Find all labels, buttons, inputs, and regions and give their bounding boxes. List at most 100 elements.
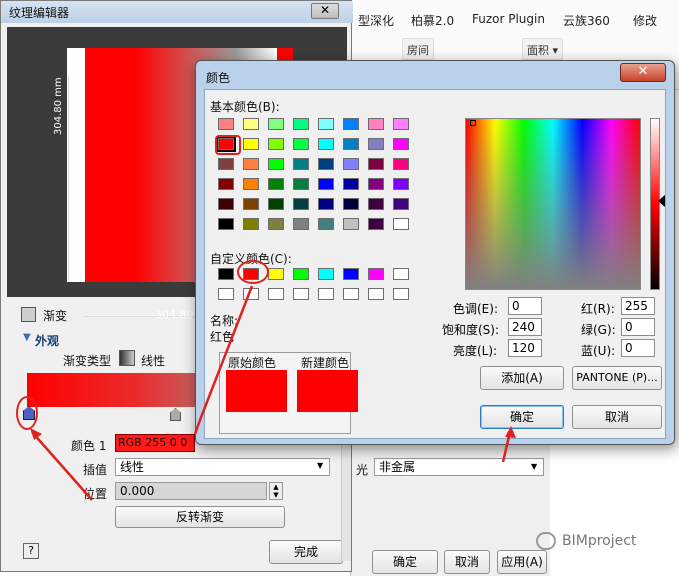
pantone-button[interactable]: PANTONE (P)...	[572, 366, 662, 390]
custom-color-swatch[interactable]	[268, 268, 284, 280]
basic-color-swatch[interactable]	[318, 118, 334, 130]
custom-color-swatch[interactable]	[393, 268, 409, 280]
color1-field[interactable]: RGB 255 0 0	[115, 434, 195, 452]
position-field[interactable]: 0.000	[115, 482, 267, 500]
background-apply-button[interactable]: 应用(A)	[497, 550, 547, 574]
gradient-stop-2[interactable]	[170, 408, 181, 421]
background-cancel-button[interactable]: 取消	[444, 550, 490, 574]
custom-color-swatch[interactable]	[318, 268, 334, 280]
basic-color-swatch[interactable]	[293, 218, 309, 230]
basic-color-swatch[interactable]	[218, 178, 234, 190]
position-spinner[interactable]: ▲ ▼	[269, 482, 283, 500]
custom-color-swatch[interactable]	[293, 288, 309, 300]
gradient-type-value[interactable]: 线性	[141, 352, 165, 369]
basic-color-swatch[interactable]	[268, 218, 284, 230]
basic-color-swatch[interactable]	[343, 158, 359, 170]
chevron-down-icon[interactable]: ▼	[317, 461, 323, 470]
basic-color-swatch[interactable]	[393, 118, 409, 130]
gradient-type-icon[interactable]	[119, 350, 135, 366]
custom-color-swatch[interactable]	[343, 288, 359, 300]
custom-color-swatch[interactable]	[393, 288, 409, 300]
custom-color-swatch[interactable]	[218, 288, 234, 300]
basic-color-swatch[interactable]	[218, 158, 234, 170]
basic-color-swatch[interactable]	[393, 178, 409, 190]
custom-color-swatch[interactable]	[293, 268, 309, 280]
basic-color-swatch[interactable]	[218, 218, 234, 230]
ribbon-tab[interactable]: 型深化	[358, 12, 394, 29]
ribbon-tab[interactable]: Fuzor Plugin	[472, 12, 545, 26]
custom-color-swatch[interactable]	[268, 288, 284, 300]
red-field[interactable]: 255	[621, 297, 655, 315]
background-ok-button[interactable]: 确定	[372, 550, 438, 574]
help-button[interactable]: ?	[23, 543, 39, 559]
ribbon-tab[interactable]: 云族360	[563, 12, 610, 29]
saturation-field[interactable]: 240	[508, 318, 542, 336]
basic-color-swatch[interactable]	[393, 218, 409, 230]
basic-color-swatch[interactable]	[343, 138, 359, 150]
basic-color-swatch[interactable]	[243, 178, 259, 190]
basic-color-swatch[interactable]	[243, 158, 259, 170]
room-button[interactable]: 房间	[402, 38, 434, 60]
gradient-checkbox[interactable]	[21, 307, 36, 322]
basic-color-swatch[interactable]	[368, 118, 384, 130]
add-custom-color-button[interactable]: 添加(A)	[480, 366, 564, 390]
basic-color-swatch[interactable]	[318, 178, 334, 190]
custom-color-swatch[interactable]	[368, 268, 384, 280]
basic-color-swatch[interactable]	[243, 198, 259, 210]
basic-color-swatch[interactable]	[293, 178, 309, 190]
basic-color-swatch[interactable]	[293, 118, 309, 130]
custom-color-swatch[interactable]	[368, 288, 384, 300]
close-icon[interactable]: ✕	[311, 3, 339, 19]
custom-color-swatch[interactable]	[318, 288, 334, 300]
basic-color-swatch[interactable]	[218, 198, 234, 210]
basic-color-swatch[interactable]	[343, 118, 359, 130]
crosshair-icon[interactable]	[470, 120, 476, 126]
basic-color-swatch[interactable]	[218, 118, 234, 130]
basic-color-swatch[interactable]	[368, 178, 384, 190]
basic-color-swatch[interactable]	[393, 198, 409, 210]
hue-field[interactable]: 0	[508, 297, 542, 315]
basic-color-swatch[interactable]	[368, 218, 384, 230]
basic-color-swatch[interactable]	[293, 198, 309, 210]
basic-color-swatch[interactable]	[268, 178, 284, 190]
basic-color-swatch[interactable]	[368, 158, 384, 170]
basic-color-swatch[interactable]	[393, 138, 409, 150]
ribbon-tab[interactable]: 柏慕2.0	[411, 12, 454, 29]
triangle-down-icon[interactable]: ▼	[23, 332, 31, 343]
basic-color-swatch[interactable]	[318, 158, 334, 170]
chevron-down-icon[interactable]: ▼	[531, 462, 537, 471]
basic-color-swatch[interactable]	[243, 138, 259, 150]
basic-color-swatch[interactable]	[268, 118, 284, 130]
custom-color-swatch[interactable]	[243, 288, 259, 300]
basic-color-swatch[interactable]	[368, 138, 384, 150]
done-button[interactable]: 完成	[269, 540, 343, 564]
green-field[interactable]: 0	[621, 318, 655, 336]
basic-color-swatch[interactable]	[343, 198, 359, 210]
basic-color-swatch[interactable]	[368, 198, 384, 210]
light-dropdown[interactable]: 非金属	[374, 458, 544, 476]
texture-editor-titlebar[interactable]: 纹理编辑器 ✕	[1, 1, 353, 23]
luminance-field[interactable]: 120	[508, 339, 542, 357]
basic-color-swatch[interactable]	[343, 218, 359, 230]
basic-color-swatch[interactable]	[318, 138, 334, 150]
basic-color-swatch[interactable]	[293, 158, 309, 170]
basic-color-swatch[interactable]	[343, 178, 359, 190]
area-button[interactable]: 面积 ▾	[522, 38, 564, 60]
appearance-heading[interactable]: 外观	[35, 332, 59, 349]
blue-field[interactable]: 0	[621, 339, 655, 357]
ok-button[interactable]: 确定	[480, 405, 564, 429]
basic-color-swatch[interactable]	[268, 198, 284, 210]
basic-color-swatch[interactable]	[268, 138, 284, 150]
basic-color-swatch[interactable]	[243, 218, 259, 230]
basic-color-swatch[interactable]	[318, 218, 334, 230]
basic-color-swatch[interactable]	[268, 158, 284, 170]
slider-arrow-icon[interactable]	[658, 195, 665, 207]
close-icon[interactable]: ✕	[620, 63, 666, 82]
basic-color-swatch[interactable]	[243, 118, 259, 130]
basic-color-swatch[interactable]	[393, 158, 409, 170]
basic-color-swatch[interactable]	[318, 198, 334, 210]
cancel-button[interactable]: 取消	[572, 405, 662, 429]
interpolation-dropdown[interactable]: 线性	[115, 458, 330, 476]
custom-color-swatch[interactable]	[343, 268, 359, 280]
ribbon-tab[interactable]: 修改	[633, 12, 657, 29]
